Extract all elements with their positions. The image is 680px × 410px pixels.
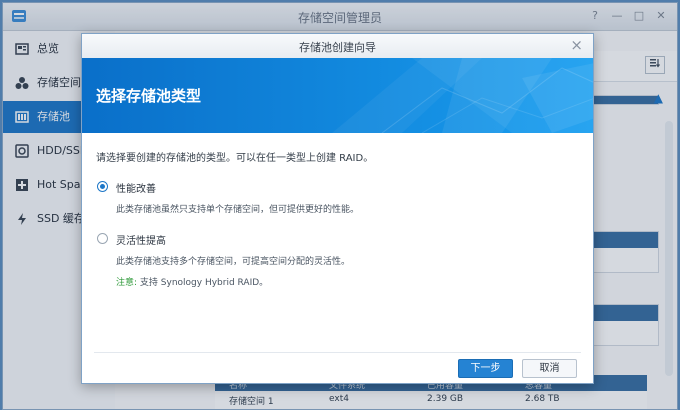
wizard-banner: 选择存储池类型 [82, 58, 593, 133]
note-label: 注意: [116, 278, 138, 288]
dialog-title: 存储池创建向导 [299, 41, 376, 54]
option-flexibility-description: 此类存储池支持多个存储空间，可提高空间分配的灵活性。 [116, 257, 351, 267]
shr-note: 注意: 支持 Synology Hybrid RAID。 [116, 275, 268, 288]
note-text: 支持 Synology Hybrid RAID。 [139, 278, 269, 288]
close-icon[interactable]: × [570, 37, 583, 53]
option-flexibility-label[interactable]: 灵活性提高 [116, 232, 166, 247]
option-performance-label[interactable]: 性能改善 [116, 180, 156, 195]
next-button[interactable]: 下一步 [458, 359, 513, 378]
option-flexibility-radio[interactable] [97, 233, 108, 244]
option-performance-description: 此类存储池虽然只支持单个存储空间，但可提供更好的性能。 [116, 205, 360, 215]
footer-divider [94, 352, 581, 353]
cancel-button[interactable]: 取消 [522, 359, 577, 378]
dialog-titlebar: 存储池创建向导 × [82, 34, 593, 59]
wizard-step-title: 选择存储池类型 [96, 87, 202, 105]
option-performance-radio[interactable] [97, 181, 108, 192]
storage-pool-wizard-dialog: 存储池创建向导 × 选择存储池类型 请选择要创建的存储池的类型。可以在任一类型上… [81, 33, 594, 384]
wizard-instructions: 请选择要创建的存储池的类型。可以在任一类型上创建 RAID。 [96, 153, 374, 164]
